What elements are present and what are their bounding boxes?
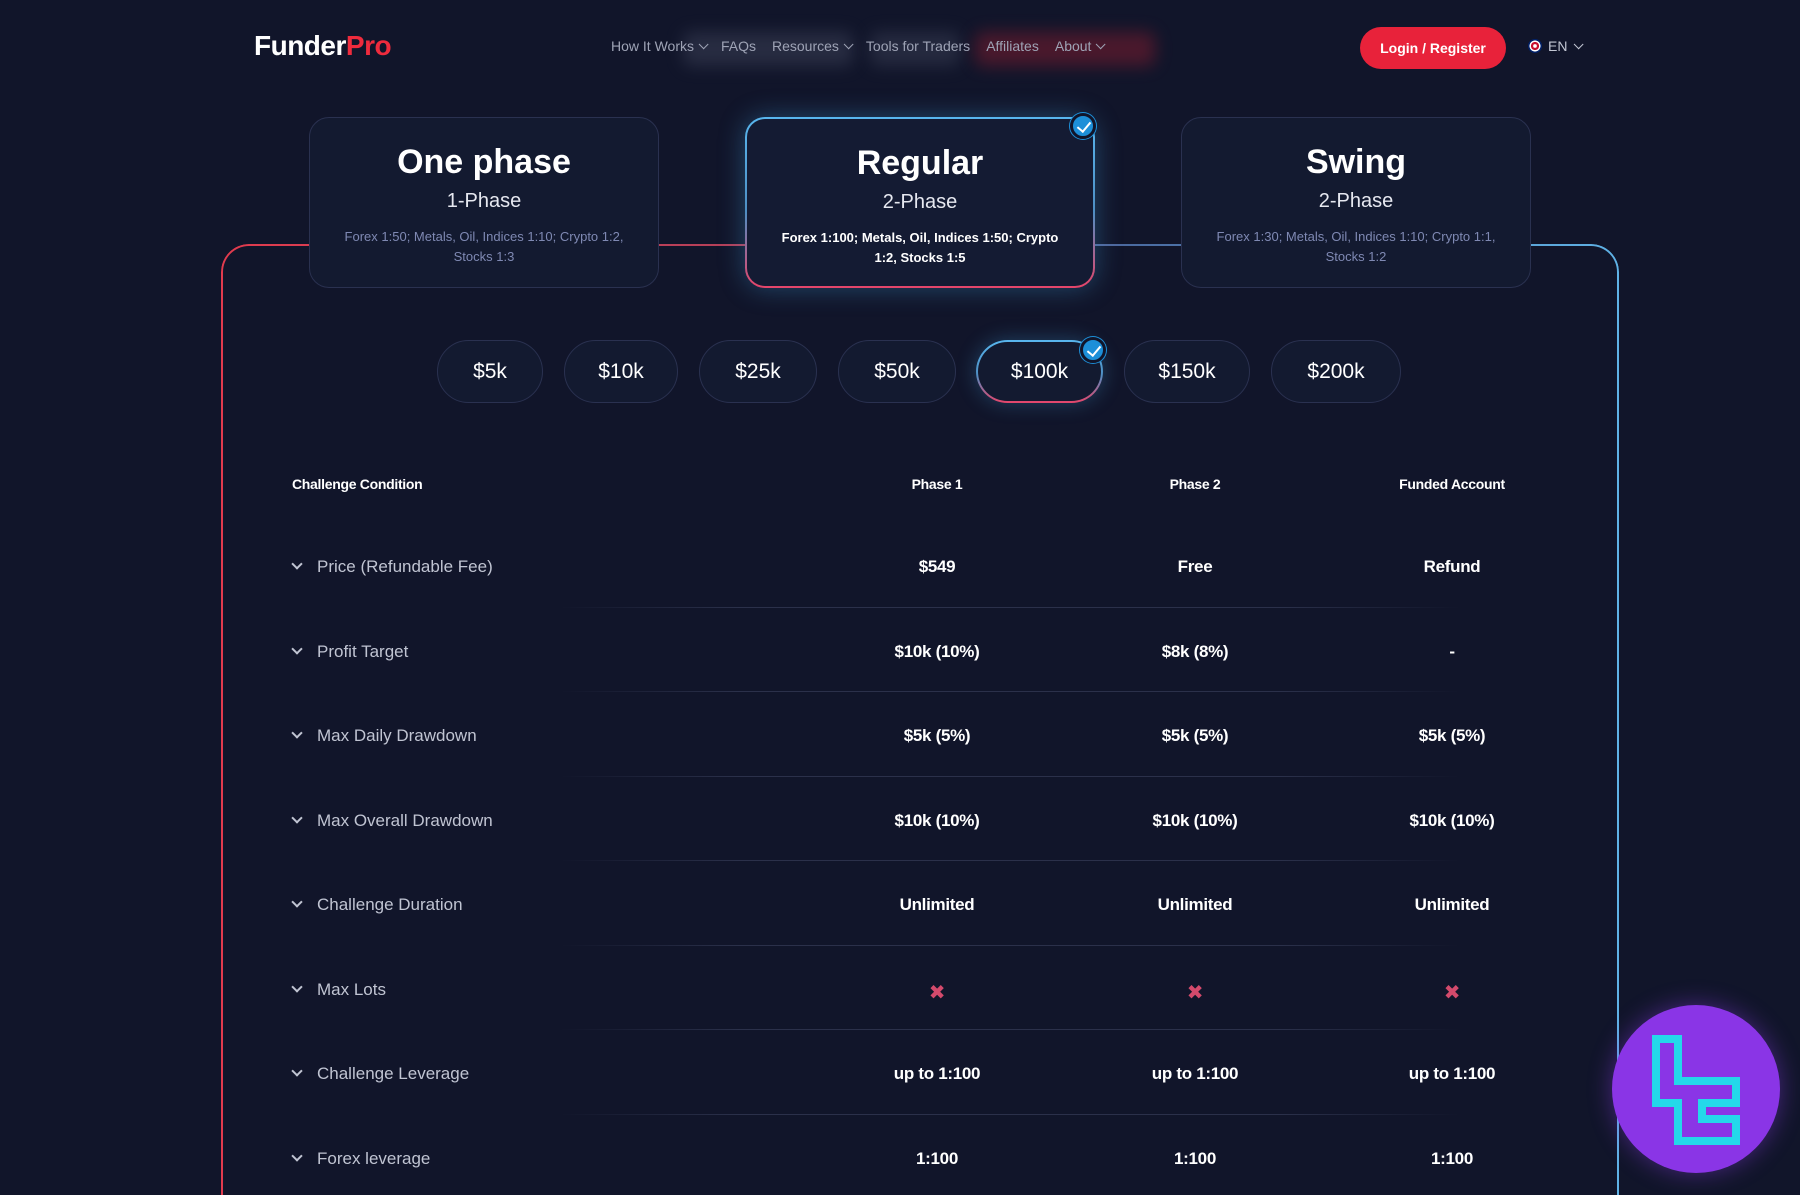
selected-check-icon [1070, 113, 1096, 139]
condition-label[interactable]: Price (Refundable Fee) [317, 557, 493, 577]
condition-label[interactable]: Forex leverage [317, 1149, 430, 1169]
nav-faqs[interactable]: FAQs [721, 38, 756, 54]
condition-value: - [1449, 642, 1455, 661]
size-pill-25k[interactable]: $25k [699, 340, 817, 403]
nav-how-it-works[interactable]: How It Works [611, 38, 709, 54]
plan-title: Regular [856, 144, 984, 182]
row-divider [560, 1029, 1460, 1030]
chevron-down-icon[interactable] [291, 1065, 303, 1077]
chevron-down-icon[interactable] [291, 727, 303, 739]
plan-card-regular[interactable]: Regular 2-Phase Forex 1:100; Metals, Oil… [745, 117, 1095, 288]
table-header-condition: Challenge Condition [292, 476, 423, 492]
nav-resources[interactable]: Resources [772, 38, 854, 54]
condition-value: Refund [1423, 557, 1481, 576]
size-pill-150k[interactable]: $150k [1124, 340, 1250, 403]
nav-label: FAQs [720, 38, 756, 54]
plan-title: One phase [397, 143, 571, 181]
table-header-funded-account: Funded Account [1399, 476, 1505, 492]
site-header: FunderPro How It Works FAQs Resources To… [0, 0, 1800, 98]
tradingfinder-badge [1612, 1005, 1780, 1173]
condition-value: 1:100 [1174, 1149, 1216, 1168]
chevron-down-icon[interactable] [291, 1150, 303, 1162]
size-pill-10k[interactable]: $10k [564, 340, 678, 403]
logo-text-funder: Funder [254, 30, 346, 61]
table-header-phase-2: Phase 2 [1169, 476, 1221, 492]
plan-leverage-desc: Forex 1:100; Metals, Oil, Indices 1:50; … [781, 230, 1059, 265]
tf-logo-icon [1652, 1035, 1740, 1145]
condition-value: $5k (5%) [1418, 726, 1486, 745]
condition-value: 1:100 [1431, 1149, 1473, 1168]
condition-value: $5k (5%) [1161, 726, 1229, 745]
condition-value: $10k (10%) [1409, 811, 1495, 830]
plan-title: Swing [1305, 143, 1407, 181]
chevron-down-icon [843, 38, 854, 49]
condition-value: up to 1:100 [1151, 1064, 1239, 1083]
condition-value: $5k (5%) [903, 726, 971, 745]
plan-card-swing[interactable]: Swing 2-Phase Forex 1:30; Metals, Oil, I… [1181, 117, 1531, 288]
language-label: EN [1548, 38, 1568, 54]
nav-affiliates[interactable]: Affiliates [986, 38, 1039, 54]
plan-leverage-desc: Forex 1:50; Metals, Oil, Indices 1:10; C… [344, 229, 624, 264]
plan-subtitle: 2-Phase [1318, 190, 1394, 212]
plan-subtitle: 2-Phase [882, 191, 958, 213]
nav-label: About [1054, 38, 1092, 54]
nav-label: How It Works [611, 38, 694, 54]
row-divider [560, 1114, 1460, 1115]
nav-label: Tools for Traders [865, 38, 971, 54]
condition-label[interactable]: Max Daily Drawdown [317, 726, 477, 746]
row-divider [560, 860, 1460, 861]
nav-about[interactable]: About [1054, 38, 1107, 54]
plan-subtitle: 1-Phase [446, 190, 522, 212]
condition-value: $10k (10%) [1152, 811, 1238, 830]
nav-tools-for-traders[interactable]: Tools for Traders [866, 38, 970, 54]
size-pill-200k[interactable]: $200k [1271, 340, 1401, 403]
condition-value: 1:100 [916, 1149, 958, 1168]
nav-label: Resources [772, 38, 839, 54]
row-divider [560, 607, 1460, 608]
condition-label[interactable]: Max Overall Drawdown [317, 811, 493, 831]
plan-leverage-desc: Forex 1:30; Metals, Oil, Indices 1:10; C… [1216, 229, 1496, 264]
condition-value: Unlimited [1157, 895, 1233, 914]
condition-value: Free [1177, 557, 1213, 576]
logo-text-pro: Pro [345, 30, 392, 61]
cross-icon: ✖ [1186, 982, 1204, 1004]
chevron-down-icon[interactable] [291, 643, 303, 655]
condition-value: up to 1:100 [1408, 1064, 1496, 1083]
chevron-down-icon [698, 38, 709, 49]
cross-icon: ✖ [928, 982, 946, 1004]
condition-value: $8k (8%) [1161, 642, 1229, 661]
chevron-down-icon [1574, 38, 1585, 49]
login-register-button[interactable]: Login / Register [1360, 27, 1506, 69]
row-divider [560, 945, 1460, 946]
chevron-down-icon[interactable] [291, 812, 303, 824]
size-pill-5k[interactable]: $5k [437, 340, 543, 403]
chevron-down-icon[interactable] [291, 896, 303, 908]
condition-label[interactable]: Challenge Leverage [317, 1064, 469, 1084]
table-header-phase-1: Phase 1 [911, 476, 963, 492]
condition-value: $10k (10%) [894, 811, 980, 830]
condition-label[interactable]: Challenge Duration [317, 895, 463, 915]
chevron-down-icon[interactable] [291, 981, 303, 993]
chevron-down-icon[interactable] [291, 558, 303, 570]
selected-check-icon [1080, 337, 1106, 363]
nav-label: Affiliates [986, 38, 1039, 54]
funderpro-logo[interactable]: FunderPro [254, 30, 392, 62]
uk-flag-icon [1528, 39, 1542, 53]
size-pill-50k[interactable]: $50k [838, 340, 956, 403]
condition-value: Unlimited [899, 895, 975, 914]
condition-value: $10k (10%) [894, 642, 980, 661]
main-nav: How It Works FAQs Resources Tools for Tr… [611, 38, 1107, 54]
row-divider [560, 776, 1460, 777]
condition-value: up to 1:100 [893, 1064, 981, 1083]
condition-value: Unlimited [1414, 895, 1490, 914]
language-selector[interactable]: EN [1528, 38, 1585, 54]
cross-icon: ✖ [1443, 982, 1461, 1004]
condition-value: $549 [918, 557, 956, 576]
condition-label[interactable]: Max Lots [317, 980, 386, 1000]
row-divider [560, 691, 1460, 692]
condition-label[interactable]: Profit Target [317, 642, 408, 662]
plan-card-one-phase[interactable]: One phase 1-Phase Forex 1:50; Metals, Oi… [309, 117, 659, 288]
